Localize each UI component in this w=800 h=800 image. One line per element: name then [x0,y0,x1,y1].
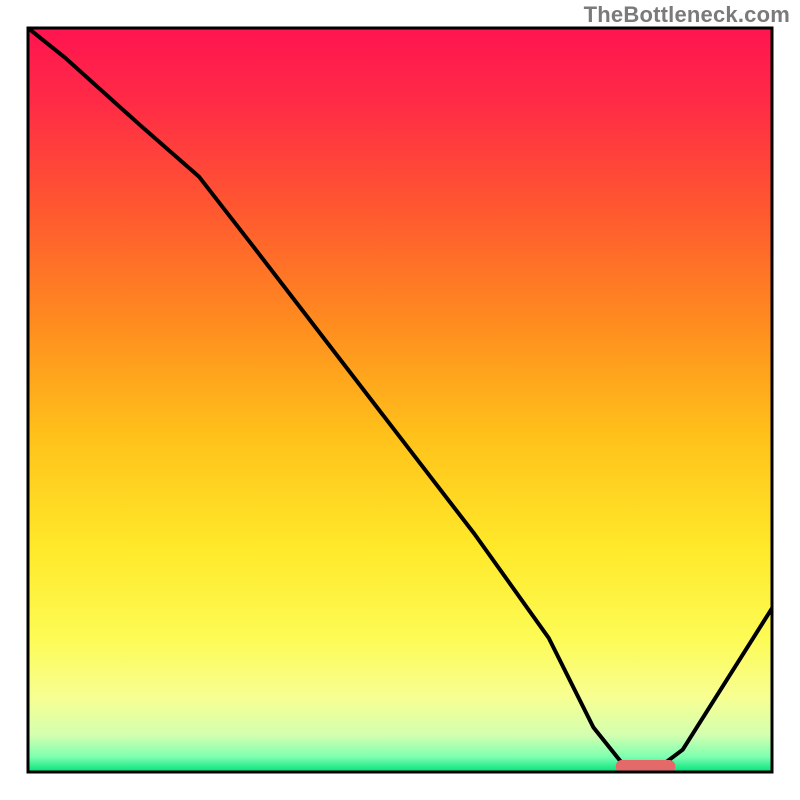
plot-background [28,28,772,772]
watermark-text: TheBottleneck.com [584,2,790,28]
bottleneck-chart [0,0,800,800]
chart-container: TheBottleneck.com [0,0,800,800]
